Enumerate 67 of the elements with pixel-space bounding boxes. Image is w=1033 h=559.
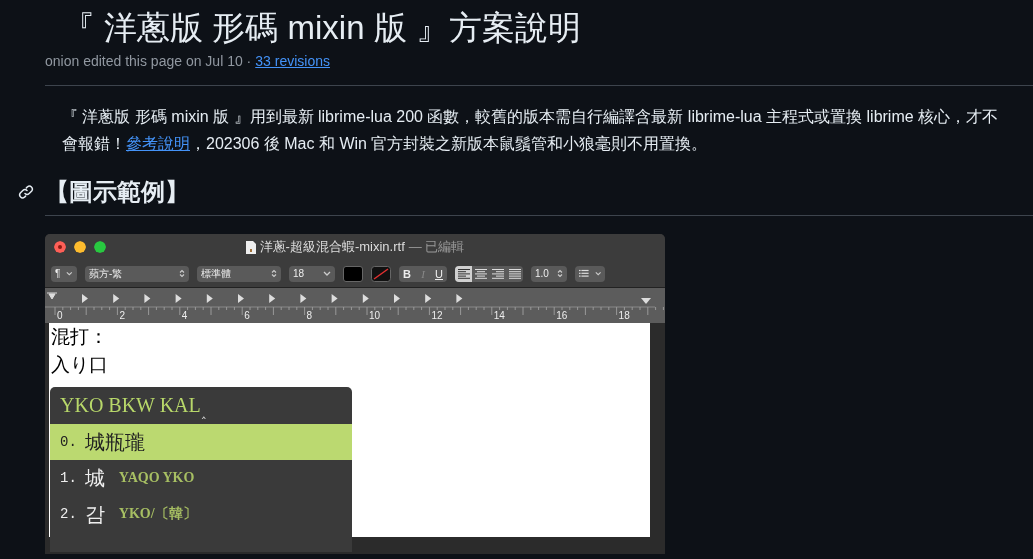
tab-stop-icon[interactable] xyxy=(113,294,120,303)
align-center-icon xyxy=(474,268,487,279)
ruler-number: 2 xyxy=(119,310,125,321)
ruler-number: 14 xyxy=(493,310,505,321)
window-title: 洋蔥-超級混合蝦-mixin.rtf xyxy=(259,238,405,256)
align-left-icon xyxy=(457,268,470,279)
tab-stop-icon[interactable] xyxy=(206,294,213,303)
right-indent-icon[interactable] xyxy=(641,298,651,304)
ruler-number: 10 xyxy=(369,310,381,321)
ruler-number: 6 xyxy=(244,310,250,321)
paragraph-dropdown[interactable]: ¶ xyxy=(51,265,77,282)
align-justify-icon xyxy=(508,268,521,279)
stepper-icon xyxy=(557,269,563,278)
edit-info: onion edited this page on Jul 10 · xyxy=(45,53,252,69)
tab-stop-icon[interactable] xyxy=(269,294,276,303)
tab-stop-icon[interactable] xyxy=(238,294,244,303)
typeface-dropdown[interactable]: 標準體 xyxy=(197,265,281,282)
text-color-swatch[interactable] xyxy=(343,265,363,282)
document-line: 入り口 xyxy=(50,353,109,377)
chevron-icon xyxy=(66,271,73,276)
candidate-item[interactable]: 1. 城 YAQO YKO xyxy=(50,460,352,496)
underline-button[interactable]: U xyxy=(431,265,447,282)
intro-paragraph: 『 洋蔥版 形碼 mixin 版 』用到最新 librime-lua 200 函數，較舊的版本需自行編譯含最新 librime-lua 主程式或置換 librime 核心，才不會報錯！參考說明，202306 後 Mac 和 Win 官方封裝之新版本鼠鬚管和小狼毫則不用置換。 xyxy=(61,107,1000,154)
caret-mark: ‸ xyxy=(201,405,206,421)
list-dropdown[interactable] xyxy=(575,265,605,282)
tab-stop-icon[interactable] xyxy=(82,294,88,303)
chevron-icon xyxy=(594,271,601,276)
page-title: 『 洋蔥版 形碼 mixin 版 』方案說明 xyxy=(61,8,582,48)
line-spacing-dropdown[interactable]: 1.0 xyxy=(531,265,567,282)
ruler-number: 16 xyxy=(556,310,568,321)
tab-stop-icon[interactable] xyxy=(175,294,182,303)
ruler-number: 0 xyxy=(57,310,63,321)
tab-stop-icon[interactable] xyxy=(425,294,432,303)
bold-button[interactable]: B xyxy=(399,265,415,282)
ruler-number: 12 xyxy=(431,310,443,321)
revisions-link[interactable]: 33 revisions xyxy=(255,53,330,69)
ruler-number: 8 xyxy=(306,310,313,321)
stepper-icon xyxy=(271,269,277,278)
tab-stop-icon[interactable] xyxy=(300,294,307,303)
align-right-icon xyxy=(491,268,504,279)
preedit-text: YKO BKW KAL xyxy=(60,394,201,417)
document-line: 混打： xyxy=(50,325,109,349)
ruler-number: 18 xyxy=(618,310,630,321)
tab-stop-icon[interactable] xyxy=(331,294,338,303)
edited-status: — 已編輯 xyxy=(408,238,465,256)
size-dropdown[interactable]: 18 xyxy=(289,265,335,282)
reference-link[interactable]: 參考說明 xyxy=(126,135,190,152)
minimize-icon[interactable] xyxy=(74,241,86,253)
tab-stop-icon[interactable] xyxy=(362,294,369,303)
stepper-icon xyxy=(179,269,185,278)
chevron-icon xyxy=(323,271,331,276)
candidate-item[interactable]: 0. 城瓶瓏 xyxy=(50,424,352,460)
section-heading: 【圖示範例】 xyxy=(45,177,189,207)
tab-stop-icon[interactable] xyxy=(144,294,151,303)
left-indent-icon[interactable] xyxy=(46,292,58,300)
tab-stop-icon[interactable] xyxy=(456,294,463,303)
font-dropdown[interactable]: 蘋方-繁 xyxy=(85,265,189,282)
candidate-item[interactable]: 2. 감 YKO/〔韓〕 xyxy=(50,496,352,532)
no-background-swatch[interactable] xyxy=(371,265,391,282)
tab-stop-icon[interactable] xyxy=(394,294,400,303)
document-icon xyxy=(245,240,256,254)
align-left-button[interactable] xyxy=(455,265,472,282)
ruler-number: 4 xyxy=(181,310,188,321)
close-icon[interactable] xyxy=(54,241,66,253)
list-icon xyxy=(579,269,589,278)
zoom-icon[interactable] xyxy=(94,241,106,253)
link-icon[interactable] xyxy=(18,184,34,200)
